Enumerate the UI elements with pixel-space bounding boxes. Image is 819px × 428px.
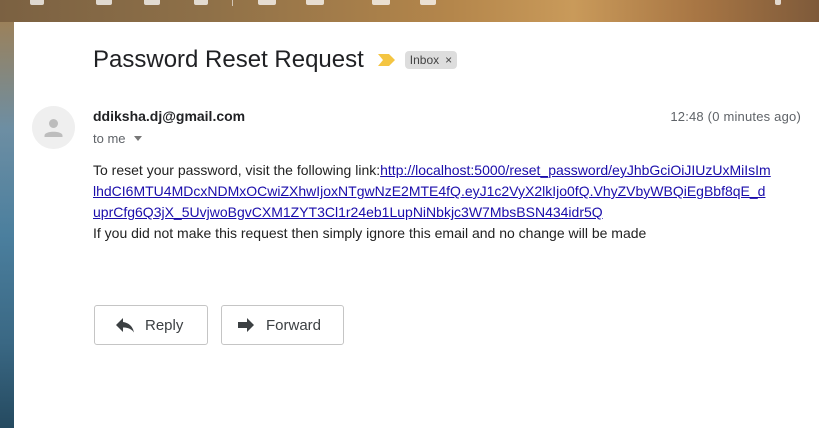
reply-label: Reply — [145, 316, 184, 334]
toolbar-spam-icon[interactable] — [144, 0, 160, 5]
sender-avatar — [32, 106, 75, 149]
subject-row: Password Reset Request Inbox × — [93, 44, 458, 76]
close-icon[interactable]: × — [445, 53, 452, 67]
background-landscape — [0, 0, 14, 428]
top-toolbar — [0, 0, 819, 22]
email-body: To reset your password, visit the follow… — [93, 160, 773, 244]
toolbar-move-icon[interactable] — [420, 0, 436, 5]
reply-button[interactable]: Reply — [94, 305, 208, 345]
label-chip-text: Inbox — [409, 53, 440, 67]
toolbar-archive-icon[interactable] — [96, 0, 112, 5]
sender-email[interactable]: ddiksha.dj@gmail.com — [93, 108, 245, 124]
toolbar-delete-icon[interactable] — [194, 0, 208, 5]
toolbar-snooze-icon[interactable] — [306, 0, 324, 5]
email-subject: Password Reset Request — [93, 46, 364, 73]
forward-arrow-icon — [236, 315, 256, 335]
body-footer: If you did not make this request then si… — [93, 225, 647, 241]
label-chip-inbox[interactable]: Inbox × — [404, 51, 458, 69]
body-intro: To reset your password, visit the follow… — [93, 162, 381, 178]
toolbar-back-icon[interactable] — [30, 0, 44, 5]
recipient-text: to me — [93, 131, 126, 146]
forward-label: Forward — [266, 316, 322, 334]
toolbar-mark-unread-icon[interactable] — [258, 0, 276, 5]
forward-button[interactable]: Forward — [221, 305, 344, 345]
person-avatar-icon — [32, 106, 75, 149]
recipient-line: to me — [93, 131, 142, 146]
chevron-down-icon[interactable] — [133, 136, 142, 141]
importance-marker-icon[interactable] — [377, 54, 395, 66]
message-timestamp: 12:48 (0 minutes ago) — [670, 109, 801, 124]
toolbar-more-icon[interactable] — [775, 0, 781, 5]
message-panel: Password Reset Request Inbox × ddiksha.d… — [14, 22, 819, 428]
toolbar-separator — [232, 0, 233, 6]
reply-arrow-icon — [115, 315, 135, 335]
toolbar-add-task-icon[interactable] — [372, 0, 390, 5]
